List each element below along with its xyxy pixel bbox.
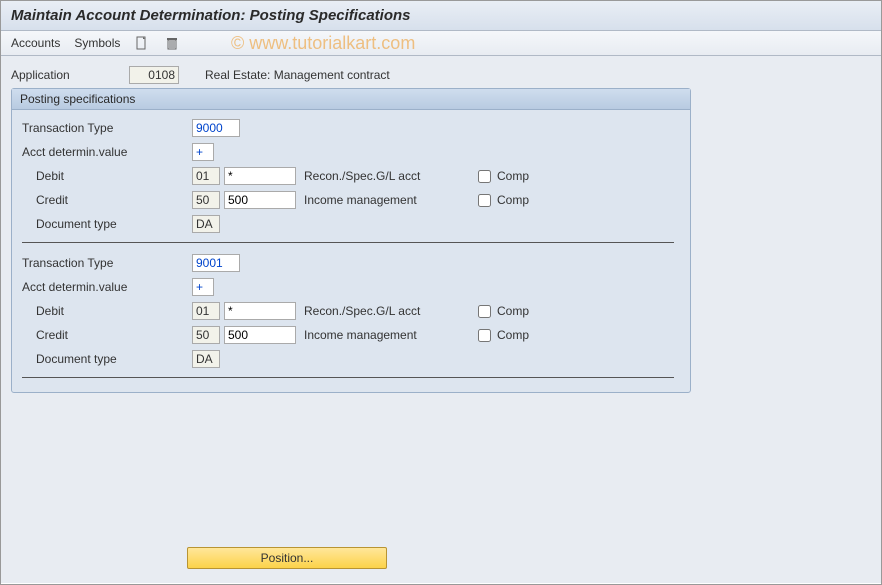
menubar: Accounts Symbols © www.tutorialkart.com bbox=[1, 31, 881, 56]
credit-label: Credit bbox=[22, 193, 192, 207]
transaction-type-input[interactable] bbox=[192, 119, 240, 137]
credit-gl-description: Income management bbox=[304, 193, 454, 207]
debit-comp-checkbox[interactable]: Comp bbox=[474, 167, 529, 186]
watermark: © www.tutorialkart.com bbox=[231, 33, 415, 54]
credit-label: Credit bbox=[22, 328, 192, 342]
document-type-label: Document type bbox=[22, 352, 192, 366]
divider bbox=[22, 242, 674, 243]
window: Maintain Account Determination: Posting … bbox=[0, 0, 882, 585]
comp-label: Comp bbox=[497, 193, 529, 207]
credit-sym-input[interactable] bbox=[224, 191, 296, 209]
posting-specifications-group: Posting specifications Transaction Type … bbox=[11, 88, 691, 393]
credit-comp-checkbox[interactable]: Comp bbox=[474, 191, 529, 210]
credit-comp-checkbox-input[interactable] bbox=[478, 329, 491, 342]
debit-label: Debit bbox=[22, 169, 192, 183]
acct-determ-value-input[interactable] bbox=[192, 278, 214, 296]
debit-sym-input[interactable] bbox=[224, 302, 296, 320]
comp-label: Comp bbox=[497, 169, 529, 183]
comp-label: Comp bbox=[497, 304, 529, 318]
group-title: Posting specifications bbox=[12, 89, 690, 110]
application-label: Application bbox=[11, 68, 121, 82]
window-title: Maintain Account Determination: Posting … bbox=[1, 1, 881, 31]
transaction-type-label: Transaction Type bbox=[22, 256, 192, 270]
transaction-type-label: Transaction Type bbox=[22, 121, 192, 135]
credit-pk-input[interactable] bbox=[192, 191, 220, 209]
content-area: Application Real Estate: Management cont… bbox=[1, 56, 881, 583]
debit-comp-checkbox-input[interactable] bbox=[478, 170, 491, 183]
application-description: Real Estate: Management contract bbox=[205, 68, 390, 82]
position-button[interactable]: Position... bbox=[187, 547, 387, 569]
transaction-type-input[interactable] bbox=[192, 254, 240, 272]
group-body: Transaction Type Acct determin.value Deb… bbox=[12, 110, 690, 392]
trash-icon[interactable] bbox=[164, 35, 180, 51]
acct-determ-value-input[interactable] bbox=[192, 143, 214, 161]
debit-gl-description: Recon./Spec.G/L acct bbox=[304, 304, 454, 318]
menu-symbols[interactable]: Symbols bbox=[74, 36, 120, 50]
posting-spec-1: Transaction Type Acct determin.value Deb… bbox=[22, 251, 680, 378]
credit-gl-description: Income management bbox=[304, 328, 454, 342]
debit-pk-input[interactable] bbox=[192, 302, 220, 320]
debit-comp-checkbox[interactable]: Comp bbox=[474, 302, 529, 321]
debit-gl-description: Recon./Spec.G/L acct bbox=[304, 169, 454, 183]
acct-determ-value-label: Acct determin.value bbox=[22, 280, 192, 294]
divider bbox=[22, 377, 674, 378]
credit-pk-input[interactable] bbox=[192, 326, 220, 344]
application-row: Application Real Estate: Management cont… bbox=[11, 66, 871, 84]
credit-sym-input[interactable] bbox=[224, 326, 296, 344]
debit-label: Debit bbox=[22, 304, 192, 318]
comp-label: Comp bbox=[497, 328, 529, 342]
credit-comp-checkbox[interactable]: Comp bbox=[474, 326, 529, 345]
debit-comp-checkbox-input[interactable] bbox=[478, 305, 491, 318]
create-document-icon[interactable] bbox=[134, 35, 150, 51]
application-code bbox=[129, 66, 179, 84]
document-type-input[interactable] bbox=[192, 350, 220, 368]
debit-sym-input[interactable] bbox=[224, 167, 296, 185]
credit-comp-checkbox-input[interactable] bbox=[478, 194, 491, 207]
acct-determ-value-label: Acct determin.value bbox=[22, 145, 192, 159]
document-type-input[interactable] bbox=[192, 215, 220, 233]
posting-spec-0: Transaction Type Acct determin.value Deb… bbox=[22, 116, 680, 243]
menu-accounts[interactable]: Accounts bbox=[11, 36, 60, 50]
debit-pk-input[interactable] bbox=[192, 167, 220, 185]
document-type-label: Document type bbox=[22, 217, 192, 231]
